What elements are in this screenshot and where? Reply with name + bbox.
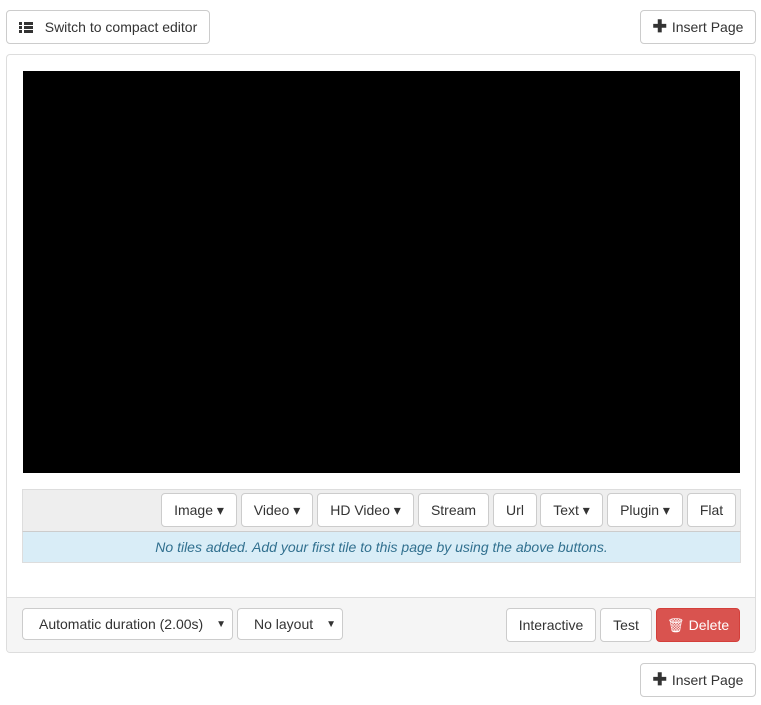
caret-down-icon: ▼	[326, 618, 336, 630]
page-preview	[23, 71, 740, 473]
plus-icon: ✚	[652, 17, 667, 36]
interactive-button[interactable]: Interactive	[506, 608, 596, 642]
delete-button[interactable]: 🗑 Delete	[656, 608, 740, 642]
list-icon	[18, 21, 33, 33]
insert-label: Insert Page	[671, 19, 744, 35]
add-stream-button[interactable]: Stream	[418, 493, 489, 527]
plus-icon: ✚	[652, 670, 667, 689]
add-hd-video-button[interactable]: HD Video ▾	[317, 493, 414, 527]
add-plugin-button[interactable]: Plugin ▾	[607, 493, 683, 527]
add-flat-button[interactable]: Flat	[687, 493, 736, 527]
layout-select[interactable]: No layout ▼	[237, 608, 343, 640]
trash-icon: 🗑	[666, 616, 685, 633]
delete-label: Delete	[688, 617, 730, 633]
duration-select[interactable]: Automatic duration (2.00s) ▼	[22, 608, 233, 640]
add-url-button[interactable]: Url	[493, 493, 537, 527]
insert-page-button-bottom[interactable]: ✚ Insert Page	[640, 663, 756, 697]
page-panel: No tiles added. Add your first tile to t…	[6, 54, 756, 653]
add-text-button[interactable]: Text ▾	[540, 493, 603, 527]
layout-value: No layout	[254, 616, 314, 632]
insert-page-button-top[interactable]: ✚ Insert Page	[640, 10, 756, 44]
add-video-button[interactable]: Video ▾	[241, 493, 313, 527]
no-tiles-message: No tiles added. Add your first tile to t…	[22, 531, 741, 563]
switch-compact-editor-button[interactable]: Switch to compact editor	[6, 10, 210, 44]
insert-label: Insert Page	[671, 672, 744, 688]
compact-label: Switch to compact editor	[44, 19, 198, 35]
caret-down-icon: ▼	[216, 618, 226, 630]
add-image-button[interactable]: Image ▾	[161, 493, 237, 527]
test-button[interactable]: Test	[600, 608, 652, 642]
duration-value: Automatic duration (2.00s)	[39, 616, 204, 632]
